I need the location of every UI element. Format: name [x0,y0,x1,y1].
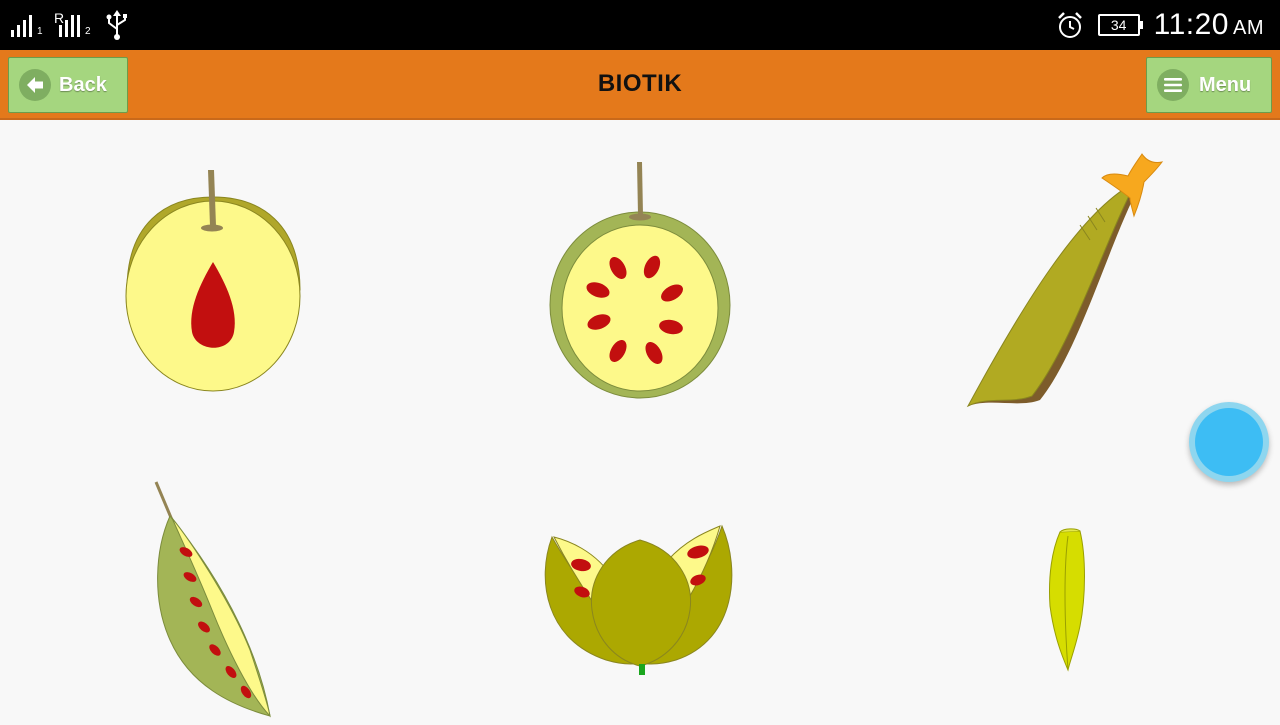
back-button-label: Back [59,73,107,96]
guava-cross-section-icon [549,162,731,399]
status-bar-left: 1 R 2 [10,8,130,42]
fruit-grid [0,120,1280,720]
clock: 11:20 AM [1154,8,1264,42]
action-bar: BIOTIK Back Menu [0,50,1280,120]
hamburger-menu-icon [1157,69,1189,101]
menu-button-label: Menu [1199,73,1252,96]
grid-item-6[interactable] [1040,526,1094,676]
battery-icon: 34 [1097,14,1143,36]
seed-pod-icon [966,153,1164,408]
clock-ampm: AM [1233,17,1264,39]
grid-item-2[interactable] [546,160,736,400]
nutmeg-fruit-icon [125,170,301,392]
open-pea-pod-icon [154,481,271,718]
menu-button[interactable]: Menu [1146,57,1272,113]
alarm-icon [1056,10,1084,40]
floating-action-button[interactable] [1189,402,1269,482]
usb-icon [104,9,130,41]
grid-item-3[interactable] [960,150,1175,410]
battery-level: 34 [1110,17,1127,33]
signal-sim2-icon: R 2 [54,10,94,40]
sim2-label: 2 [85,26,91,37]
page-title: BIOTIK [597,70,683,97]
open-fruit-capsule-icon [544,524,733,675]
back-button[interactable]: Back [8,57,128,113]
grid-item-1[interactable] [120,164,310,394]
back-arrow-icon [19,69,51,101]
status-bar-right: 34 11:20 AM [1056,6,1264,44]
grid-item-4[interactable] [150,480,280,720]
sim1-label: 1 [37,26,43,37]
clock-time: 11:20 [1153,8,1229,41]
status-bar: 1 R 2 34 11:20 AM [0,0,1280,50]
grid-item-5[interactable] [536,520,746,680]
signal-sim1-icon: 1 [10,10,44,40]
okra-icon [1049,528,1085,672]
fab-circle [1195,408,1263,476]
